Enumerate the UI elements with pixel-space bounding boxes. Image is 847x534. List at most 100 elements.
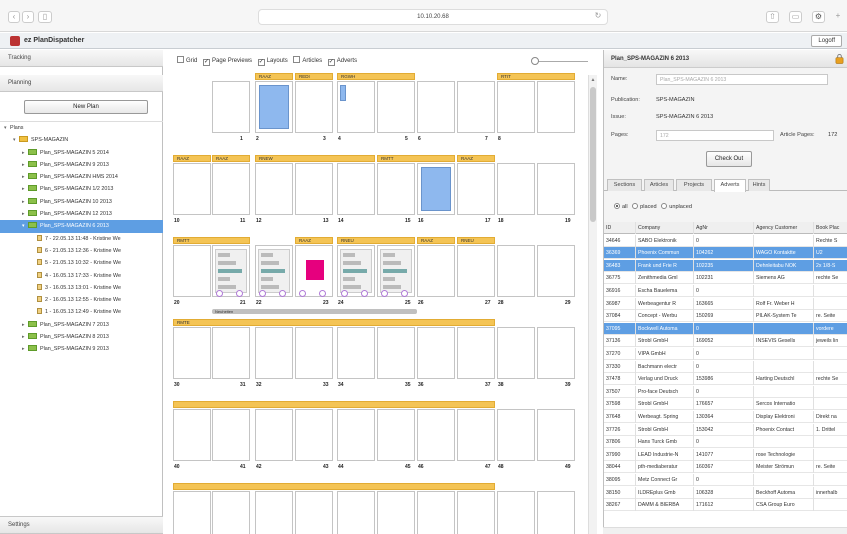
plan-page[interactable] — [457, 245, 495, 297]
table-row[interactable]: 37990 LEAD Industrie-N 141077 rose Technolo… — [604, 448, 847, 461]
chevron-left-icon[interactable]: ‹ — [8, 11, 20, 23]
tree-item[interactable]: ▾ SPS-MAGAZIN — [0, 134, 163, 146]
tree-item[interactable]: ▸ Plan_SPS-MAGAZIN 1/2 2013 — [0, 183, 163, 195]
filter-all-radio[interactable] — [614, 203, 620, 209]
new-plan-button[interactable]: New Plan — [24, 100, 148, 114]
plan-scrollbar-thumb[interactable] — [590, 87, 596, 222]
plan-page[interactable] — [537, 245, 575, 297]
adverts-checkbox[interactable]: ✓ — [327, 59, 335, 66]
planning-panel-header[interactable]: Planning — [0, 75, 163, 92]
plan-page[interactable] — [337, 327, 375, 379]
placed-advert-block[interactable] — [421, 167, 451, 211]
plan-page[interactable] — [337, 163, 375, 215]
layouts-checkbox[interactable]: ✓ — [257, 59, 265, 66]
status-circle-icon[interactable] — [259, 290, 266, 297]
section-band[interactable]: RAAZ — [173, 155, 211, 162]
table-row[interactable]: 36987 Werbeagentur R 163665 Rolf Fr. Weber … — [604, 297, 847, 310]
status-circle-icon[interactable] — [341, 290, 348, 297]
plan-page[interactable] — [173, 245, 211, 297]
plan-page[interactable] — [417, 245, 455, 297]
tree-item[interactable]: 4 - 16.05.13 17:33 - Kristine We — [0, 270, 163, 282]
table-row[interactable]: 38267 DAMM & BIERBA 171612 CSA Group Euro — [604, 499, 847, 512]
plan-page[interactable] — [537, 327, 575, 379]
tree-item[interactable]: 5 - 21.05.13 10:32 - Kristine We — [0, 257, 163, 269]
plan-page[interactable] — [255, 491, 293, 534]
plan-page[interactable] — [337, 491, 375, 534]
table-row[interactable]: 37270 VIPA GmbH 0 — [604, 348, 847, 361]
section-band[interactable]: RAAZ — [417, 237, 455, 244]
table-row[interactable]: 37726 Strobl GmbH 153042 Phoenix Contact 1. … — [604, 423, 847, 436]
plan-page[interactable] — [417, 163, 455, 215]
plan-page[interactable] — [377, 491, 415, 534]
section-band[interactable]: RNEU — [337, 237, 415, 244]
plan-page[interactable] — [457, 491, 495, 534]
column-header[interactable]: AgNr — [694, 222, 754, 234]
plan-page[interactable] — [497, 163, 535, 215]
grid-checkbox[interactable] — [177, 56, 184, 63]
status-circle-icon[interactable] — [361, 290, 368, 297]
sidebar-icon[interactable]: ▯ — [38, 11, 52, 23]
column-header[interactable]: ID — [604, 222, 636, 234]
check-out-button[interactable]: Check Out — [706, 151, 752, 167]
filter-placed-radio[interactable] — [632, 203, 639, 209]
tree-item[interactable]: ▸ Plan_SPS-MAGAZIN 9 2013 — [0, 343, 163, 355]
advert-preview[interactable] — [306, 260, 324, 280]
table-row[interactable]: 36369 Phoenix Commun 104262 WAGO Kontaktte U… — [604, 247, 847, 260]
filter-unplaced-radio[interactable] — [661, 203, 668, 209]
share-icon[interactable]: ⇧ — [766, 11, 779, 23]
plan-page[interactable] — [497, 245, 535, 297]
section-band[interactable]: RMTE — [173, 319, 495, 326]
lock-icon[interactable] — [835, 53, 844, 64]
tree-item[interactable]: ▾ Plan_SPS-MAGAZIN 6 2013 — [0, 220, 163, 233]
scroll-up-icon[interactable]: ▲ — [590, 77, 596, 83]
tree-item[interactable]: ▸ Plan_SPS-MAGAZIN HMS 2014 — [0, 171, 163, 183]
table-row[interactable]: 36483 Frank und Frie R 102235 Dehnleitabu N… — [604, 259, 847, 272]
plan-page[interactable] — [417, 409, 455, 461]
placed-advert-block[interactable] — [340, 85, 346, 101]
plan-page[interactable] — [457, 409, 495, 461]
page-preview-thumbnail[interactable] — [215, 249, 247, 293]
table-row[interactable]: 37136 Strobl GmbH 169052 INSEVIS Gesells jew… — [604, 335, 847, 348]
table-row[interactable]: 37806 Hans Turck Gmb 0 — [604, 436, 847, 449]
column-header[interactable]: Agency Customer — [754, 222, 814, 234]
table-scrollbar[interactable] — [603, 527, 847, 534]
settings-panel-header[interactable]: Settings — [0, 516, 163, 534]
plan-page[interactable] — [173, 327, 211, 379]
plan-page[interactable] — [377, 409, 415, 461]
plan-page[interactable] — [537, 81, 575, 133]
tree-item[interactable]: 6 - 21.05.13 12:36 - Kristine We — [0, 245, 163, 257]
add-tab-icon[interactable]: + — [833, 11, 843, 23]
table-row[interactable]: 37330 Bachmann electr 0 — [604, 360, 847, 373]
table-row[interactable]: 38044 pth-mediaberatur 160367 Meister Ström… — [604, 461, 847, 474]
table-row[interactable]: 37095 Bockwell Automa 0 vordere — [604, 322, 847, 335]
plan-page[interactable] — [537, 491, 575, 534]
tab-articles[interactable]: Articles — [644, 179, 674, 191]
plan-page[interactable] — [417, 327, 455, 379]
plan-page[interactable] — [377, 81, 415, 133]
plan-page[interactable] — [537, 409, 575, 461]
plan-page[interactable] — [212, 327, 250, 379]
status-circle-icon[interactable] — [216, 290, 223, 297]
plan-page[interactable] — [457, 81, 495, 133]
plan-page[interactable] — [295, 81, 333, 133]
address-bar[interactable]: 10.10.20.68 — [258, 9, 608, 25]
section-band[interactable]: REDI — [295, 73, 333, 80]
tree-item[interactable]: ▸ Plan_SPS-MAGAZIN 7 2013 — [0, 319, 163, 331]
plan-page[interactable] — [417, 81, 455, 133]
tree-item[interactable]: 2 - 16.05.13 12:55 - Kristine We — [0, 294, 163, 306]
page-preview-thumbnail[interactable] — [340, 249, 372, 293]
section-band[interactable]: RNEW — [255, 155, 375, 162]
plan-page[interactable] — [457, 163, 495, 215]
column-header[interactable]: Company — [636, 222, 694, 234]
articles-checkbox[interactable] — [293, 56, 301, 63]
gear-icon[interactable]: ⚙ — [812, 11, 825, 23]
pages-field[interactable]: 172 — [656, 130, 774, 141]
status-circle-icon[interactable] — [381, 290, 388, 297]
tab-sections[interactable]: Sections — [607, 179, 642, 191]
section-band[interactable]: RGWH — [337, 73, 415, 80]
table-row[interactable]: 36916 Escha Bauelema 0 — [604, 285, 847, 298]
plan-scrollbar[interactable]: ▲ — [588, 75, 597, 534]
plan-page[interactable] — [255, 409, 293, 461]
plan-page[interactable] — [173, 163, 211, 215]
page-previews-checkbox[interactable]: ✓ — [203, 59, 211, 66]
